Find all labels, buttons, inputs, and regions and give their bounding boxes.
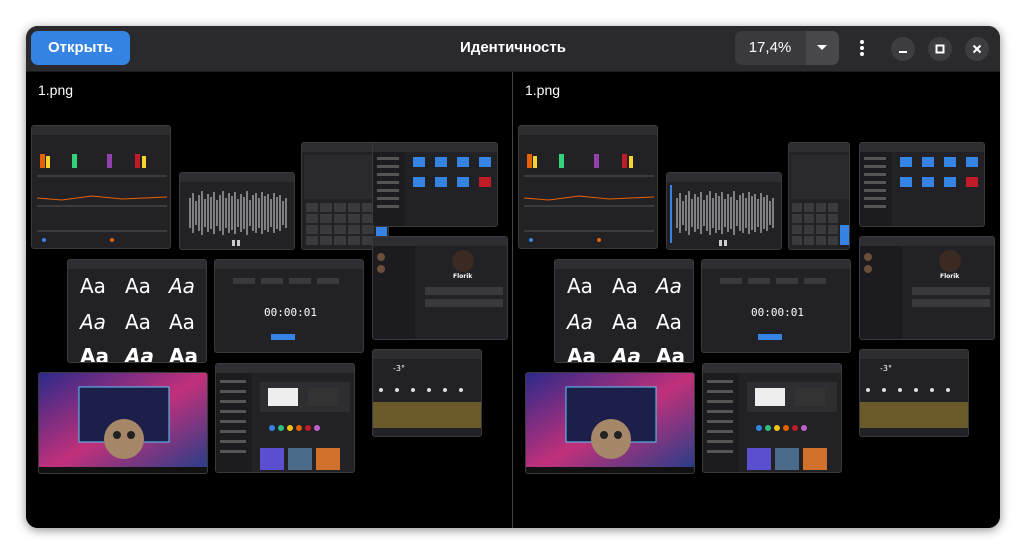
thumbnail-font-viewer: Aa Aa Aa Aa Aa Aa Aa Aa Aa [67, 259, 207, 363]
maximize-icon [935, 44, 945, 54]
image-collage: 1.png Aa Aa Aa Aa Aa Aa Aa Aa Aa 00:00:0… [513, 72, 999, 528]
open-button[interactable]: Открыть [31, 31, 130, 65]
filename-label: 1.png [525, 82, 561, 98]
weather-temperature: -3° [880, 364, 892, 373]
image-pane-right[interactable]: 1.png Aa Aa Aa Aa Aa Aa Aa Aa Aa 00:00:0… [513, 72, 1000, 528]
font-sample: Aa [169, 310, 195, 334]
thumbnail-profile: Florik [859, 236, 995, 340]
kebab-menu-icon [860, 40, 864, 56]
app-window: Открыть Идентичность 17,4% 1.png Aa Aa A… [26, 26, 1000, 528]
thumbnail-system-monitor [518, 125, 658, 249]
font-sample: Aa [80, 310, 106, 334]
font-sample: Aa [125, 310, 151, 334]
font-sample: Aa [169, 274, 195, 298]
font-sample: Aa [656, 310, 682, 334]
font-sample: Aa [567, 274, 593, 298]
thumbnail-profile: Florik [372, 236, 508, 340]
font-sample: Aa [80, 344, 109, 363]
image-collage: 1.png Aa Aa Aa Aa Aa Aa Aa Aa Aa 00:00:0… [26, 72, 512, 528]
thumbnail-file-manager [372, 142, 498, 227]
thumbnail-wallpaper [38, 372, 208, 474]
filename-label: 1.png [38, 82, 74, 98]
thumbnail-weather: -3° [859, 349, 969, 437]
minimize-icon [899, 51, 907, 53]
thumbnail-timer: 00:00:01 [701, 259, 851, 353]
thumbnail-font-viewer: Aa Aa Aa Aa Aa Aa Aa Aa Aa [554, 259, 694, 363]
thumbnail-audio-waveform [179, 172, 295, 250]
zoom-control: 17,4% [735, 31, 839, 65]
header-bar: Открыть Идентичность 17,4% [26, 26, 1000, 72]
close-icon [972, 44, 982, 54]
profile-name: Florik [453, 273, 473, 280]
weather-temperature: -3° [393, 364, 405, 373]
chevron-down-icon [817, 45, 827, 50]
zoom-dropdown-button[interactable] [806, 31, 839, 65]
font-sample: Aa [169, 344, 198, 363]
timer-display: 00:00:01 [264, 306, 317, 319]
font-sample: Aa [80, 274, 106, 298]
thumbnail-settings [215, 363, 355, 473]
font-sample: Aa [567, 310, 593, 334]
font-sample: Aa [567, 344, 596, 363]
thumbnail-system-monitor [31, 125, 171, 249]
profile-name: Florik [940, 273, 960, 280]
font-sample: Aa [612, 344, 641, 363]
font-sample: Aa [125, 274, 151, 298]
font-sample: Aa [612, 274, 638, 298]
font-sample: Aa [656, 274, 682, 298]
thumbnail-calculator [788, 142, 850, 250]
thumbnail-settings [702, 363, 842, 473]
thumbnail-wallpaper [525, 372, 695, 474]
image-pane-left[interactable]: 1.png Aa Aa Aa Aa Aa Aa Aa Aa Aa 00:00:0… [26, 72, 512, 528]
close-button[interactable] [965, 37, 989, 61]
zoom-level[interactable]: 17,4% [735, 31, 805, 65]
font-sample: Aa [125, 344, 154, 363]
thumbnail-timer: 00:00:01 [214, 259, 364, 353]
menu-button[interactable] [851, 34, 875, 62]
minimize-button[interactable] [891, 37, 915, 61]
thumbnail-audio-waveform [666, 172, 782, 250]
maximize-button[interactable] [928, 37, 952, 61]
thumbnail-weather: -3° [372, 349, 482, 437]
font-sample: Aa [656, 344, 685, 363]
font-sample: Aa [612, 310, 638, 334]
thumbnail-file-manager [859, 142, 985, 227]
timer-display: 00:00:01 [751, 306, 804, 319]
